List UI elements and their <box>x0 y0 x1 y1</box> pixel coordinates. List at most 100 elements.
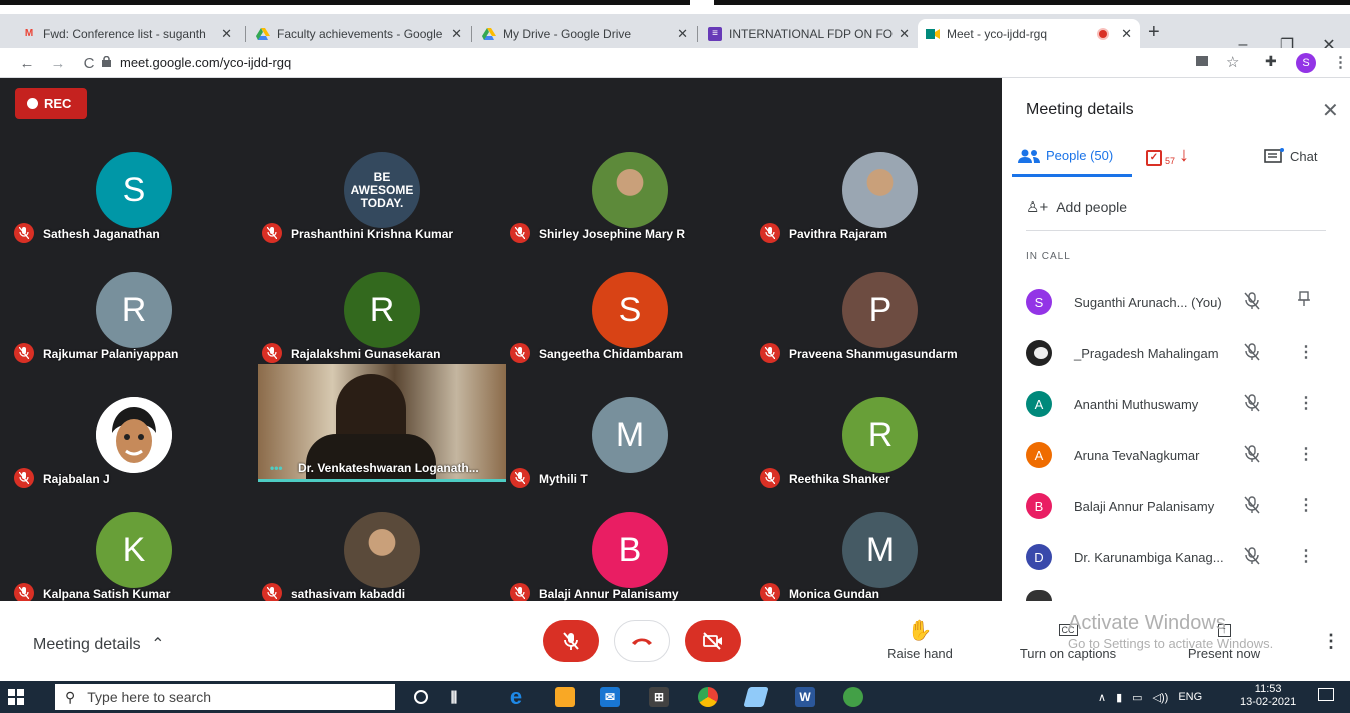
raise-hand-button[interactable]: ✋ Raise hand <box>880 619 960 662</box>
avatar <box>344 512 420 588</box>
participant-tile[interactable]: BE AWESOME TODAY. Prashanthini Krishna Ku… <box>258 148 506 248</box>
tab-people[interactable]: People (50) <box>1018 148 1113 163</box>
participant-tile[interactable]: Shirley Josephine Mary R <box>506 148 754 248</box>
participant-name: Pavithra Rajaram <box>789 227 888 241</box>
chrome-icon[interactable] <box>698 687 718 707</box>
mic-muted-icon <box>1244 394 1260 417</box>
microphone-icon[interactable]: ▮ <box>1116 691 1122 704</box>
forms-icon: ≡ <box>708 26 722 41</box>
participant-list-item[interactable]: S Suganthi Arunach... (You) <box>1026 284 1336 320</box>
whatsapp-icon[interactable] <box>843 687 863 707</box>
avatar <box>592 152 668 228</box>
word-icon[interactable]: W <box>795 687 815 707</box>
raise-hand-label: Raise hand <box>887 646 953 661</box>
avatar: B <box>1026 493 1052 519</box>
meeting-details-button[interactable]: Meeting details ⌃ <box>33 634 164 654</box>
close-icon[interactable]: ✕ <box>1121 26 1132 42</box>
menu-icon[interactable]: ⋮ <box>1333 53 1348 71</box>
browser-tab[interactable]: ≡ INTERNATIONAL FDP ON FOG ✕ <box>700 19 918 48</box>
browser-tab[interactable]: Faculty achievements - Google ✕ <box>248 19 470 48</box>
top-strip <box>0 0 1350 14</box>
browser-tab-active[interactable]: Meet - yco-ijdd-rgq ✕ <box>918 19 1140 48</box>
mic-muted-icon <box>1244 445 1260 468</box>
close-icon[interactable]: ✕ <box>899 26 910 42</box>
mic-muted-icon <box>510 223 530 243</box>
participant-tile[interactable]: Pavithra Rajaram <box>756 148 1004 248</box>
leave-call-button[interactable] <box>614 620 670 662</box>
activity-badge[interactable]: ✓ 57 ↓ <box>1146 144 1189 167</box>
participant-tile[interactable]: P Praveena Shanmugasundarm <box>756 268 1004 368</box>
camera-icon[interactable] <box>1196 56 1208 66</box>
edge-icon[interactable]: e <box>506 684 526 709</box>
tab-chat[interactable]: Chat <box>1264 148 1317 164</box>
task-view-icon[interactable]: ⫼ <box>444 687 464 707</box>
add-people-button[interactable]: ♙+ Add people <box>1026 198 1127 216</box>
extensions-icon[interactable]: ✚ <box>1265 53 1277 70</box>
participant-tile[interactable]: R Reethika Shanker <box>756 393 1004 493</box>
back-button[interactable]: ← <box>16 52 38 74</box>
avatar <box>1026 340 1052 366</box>
participant-tile[interactable]: Rajabalan J <box>10 393 258 493</box>
close-icon[interactable]: ✕ <box>221 26 232 42</box>
more-options-icon[interactable]: ⋮ <box>1298 444 1314 464</box>
url-field[interactable]: meet.google.com/yco-ijdd-rgq <box>120 55 291 70</box>
language-indicator[interactable]: ENG <box>1178 691 1202 703</box>
file-explorer-icon[interactable] <box>555 687 575 707</box>
close-icon[interactable]: ✕ <box>677 26 688 42</box>
participant-list-item[interactable]: A Aruna TevaNagkumar ⋮ <box>1026 437 1336 473</box>
notification-icon[interactable] <box>1318 688 1334 701</box>
participant-tile[interactable]: M Mythili T <box>506 393 754 493</box>
participant-tile[interactable]: R Rajkumar Palaniyappan <box>10 268 258 368</box>
new-tab-button[interactable]: + <box>1148 21 1160 44</box>
chevron-up-icon[interactable]: ∧ <box>1098 691 1106 704</box>
browser-tab[interactable]: My Drive - Google Drive ✕ <box>474 19 696 48</box>
avatar: S <box>1026 289 1052 315</box>
cortana-icon[interactable] <box>414 690 428 704</box>
drive-icon <box>256 27 270 41</box>
participant-name: Sathesh Jaganathan <box>43 227 160 241</box>
clock[interactable]: 11:53 13-02-2021 <box>1240 683 1296 709</box>
more-options-icon[interactable]: ⋮ <box>1322 631 1340 652</box>
participant-name: Praveena Shanmugasundarm <box>789 347 958 361</box>
profile-avatar[interactable]: S <box>1296 53 1316 73</box>
close-icon[interactable]: ✕ <box>451 26 462 42</box>
windows-start-icon[interactable] <box>8 689 24 705</box>
participant-tile[interactable]: S Sathesh Jaganathan <box>10 148 258 248</box>
store-icon[interactable]: ⊞ <box>649 687 669 707</box>
participant-list-item[interactable]: B Balaji Annur Palanisamy ⋮ <box>1026 488 1336 524</box>
more-options-icon[interactable]: ⋮ <box>1298 495 1314 515</box>
participant-tile[interactable]: M Monica Gundan <box>756 508 1004 608</box>
participant-tile[interactable]: S Sangeetha Chidambaram <box>506 268 754 368</box>
participant-tile[interactable]: B Balaji Annur Palanisamy <box>506 508 754 608</box>
browser-tab[interactable]: M Fwd: Conference list - suganth ✕ <box>14 19 240 48</box>
avatar: B <box>592 512 668 588</box>
participant-tile[interactable]: sathasivam kabaddi <box>258 508 506 608</box>
video-tile[interactable]: ••• Dr. Venkateshwaran Loganath... <box>258 364 506 482</box>
participant-list-item[interactable]: A Ananthi Muthuswamy ⋮ <box>1026 386 1336 422</box>
mic-toggle-button[interactable] <box>543 620 599 662</box>
mic-muted-icon <box>760 583 780 603</box>
participant-name: _Pragadesh Mahalingam <box>1074 346 1219 361</box>
more-options-icon[interactable]: ⋮ <box>1298 546 1314 566</box>
forward-button[interactable]: → <box>47 52 69 74</box>
participant-tile[interactable]: R Rajalakshmi Gunasekaran <box>258 268 506 368</box>
camera-toggle-button[interactable] <box>685 620 741 662</box>
app-icon[interactable] <box>743 687 769 707</box>
taskbar-search-input[interactable]: ⚲ Type here to search <box>55 684 395 710</box>
participant-tile[interactable]: K Kalpana Satish Kumar <box>10 508 258 608</box>
star-icon[interactable]: ☆ <box>1226 53 1239 71</box>
more-options-icon[interactable]: ⋮ <box>1298 393 1314 413</box>
in-call-heading: IN CALL <box>1026 251 1071 262</box>
network-icon[interactable]: ▭ <box>1132 691 1142 704</box>
close-panel-button[interactable]: ✕ <box>1322 98 1339 123</box>
tab-title: Faculty achievements - Google <box>277 26 443 41</box>
participant-list-item[interactable]: D Dr. Karunambiga Kanag... ⋮ <box>1026 539 1336 575</box>
pin-icon[interactable] <box>1298 291 1310 312</box>
arrow-down-icon: ↓ <box>1179 144 1190 166</box>
volume-icon[interactable]: ◁)) <box>1153 691 1169 704</box>
mic-muted-icon <box>760 343 780 363</box>
participant-list-item[interactable]: _Pragadesh Mahalingam ⋮ <box>1026 335 1336 371</box>
mail-icon[interactable]: ✉ <box>600 687 620 707</box>
reload-button[interactable]: C <box>78 52 100 74</box>
more-options-icon[interactable]: ⋮ <box>1298 342 1314 362</box>
